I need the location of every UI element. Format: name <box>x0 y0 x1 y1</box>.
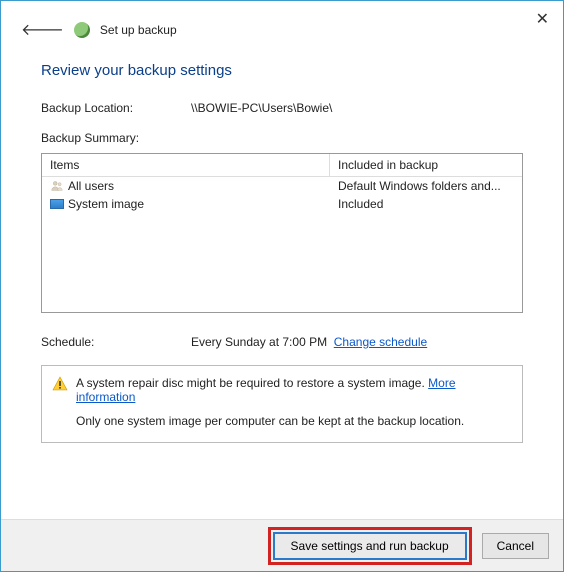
table-row[interactable]: System image Included <box>42 195 522 213</box>
backup-location-label: Backup Location: <box>41 101 151 115</box>
save-and-run-button[interactable]: Save settings and run backup <box>273 532 467 560</box>
backup-location-row: Backup Location: \\BOWIE-PC\Users\Bowie\ <box>41 101 523 115</box>
backup-summary-table: Items Included in backup All users Defau… <box>41 153 523 313</box>
schedule-label: Schedule: <box>41 335 151 349</box>
backup-location-value: \\BOWIE-PC\Users\Bowie\ <box>191 101 332 115</box>
wizard-header: 🡐 Set up backup <box>1 1 563 40</box>
table-row[interactable]: All users Default Windows folders and... <box>42 177 522 195</box>
included-column-header[interactable]: Included in backup <box>330 154 522 177</box>
row-item-included: Included <box>330 195 522 213</box>
warning-icon <box>52 376 68 392</box>
schedule-row: Schedule: Every Sunday at 7:00 PM Change… <box>41 335 523 349</box>
change-schedule-link[interactable]: Change schedule <box>334 335 427 349</box>
items-column-header[interactable]: Items <box>42 154 330 177</box>
close-icon[interactable]: ✕ <box>536 9 549 29</box>
row-item-included: Default Windows folders and... <box>330 177 522 195</box>
wizard-title: Set up backup <box>100 23 177 37</box>
info-text-1: A system repair disc might be required t… <box>76 376 512 404</box>
highlight-box: Save settings and run backup <box>268 527 472 565</box>
info-box: A system repair disc might be required t… <box>41 365 523 443</box>
wizard-globe-icon <box>74 22 90 38</box>
page-title: Review your backup settings <box>41 62 523 79</box>
back-arrow-icon[interactable]: 🡐 <box>21 19 64 40</box>
info-text-2: Only one system image per computer can b… <box>52 414 512 428</box>
drive-icon <box>50 199 64 209</box>
users-icon <box>50 179 64 193</box>
schedule-value: Every Sunday at 7:00 PM <box>191 335 327 349</box>
row-item-name: System image <box>68 197 144 211</box>
dialog-footer: Save settings and run backup Cancel <box>1 519 563 571</box>
backup-summary-label: Backup Summary: <box>41 131 523 145</box>
cancel-button[interactable]: Cancel <box>482 533 549 559</box>
row-item-name: All users <box>68 179 114 193</box>
